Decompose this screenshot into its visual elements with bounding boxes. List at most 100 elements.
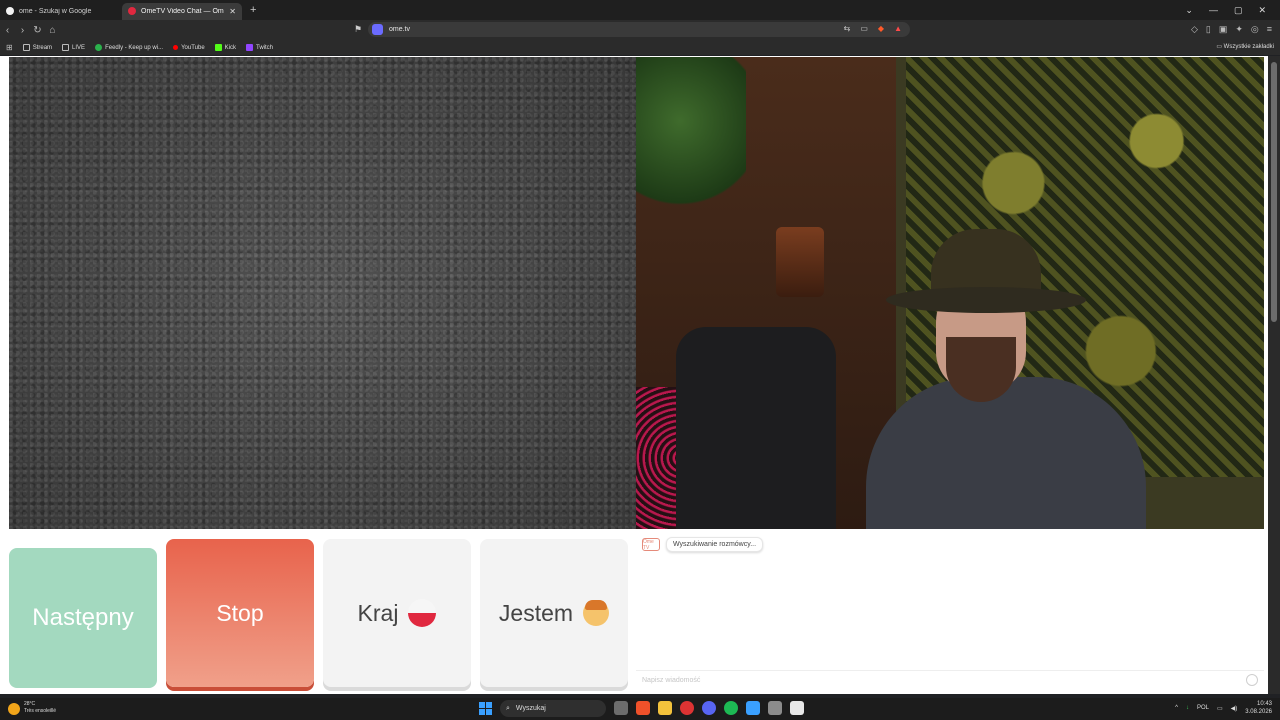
- boy-icon: [583, 600, 610, 626]
- tab-google-search[interactable]: ome - Szukaj w Google: [0, 3, 122, 20]
- discord-icon[interactable]: [702, 701, 716, 715]
- reload-icon[interactable]: ↻: [30, 25, 45, 36]
- file-explorer-icon[interactable]: [658, 701, 672, 715]
- apps-icon[interactable]: ⊞: [6, 43, 13, 52]
- language-indicator[interactable]: POL: [1197, 705, 1209, 711]
- next-button[interactable]: Następny: [9, 548, 157, 688]
- minimize-icon[interactable]: —: [1209, 5, 1218, 15]
- bookmark-youtube[interactable]: YouTube: [173, 45, 205, 51]
- search-icon: ⌕: [506, 704, 510, 712]
- volume-icon[interactable]: ◀): [1231, 705, 1238, 712]
- calculator-icon[interactable]: [768, 701, 782, 715]
- vpn-icon[interactable]: ◎: [1251, 24, 1259, 35]
- youtube-icon: [173, 45, 179, 50]
- gender-label: Jestem: [498, 599, 574, 626]
- pinned-apps: [614, 701, 804, 715]
- clock[interactable]: 10:43 3.08.2026: [1245, 700, 1272, 716]
- restore-icon[interactable]: ▢: [1234, 5, 1243, 16]
- forward-icon[interactable]: ›: [15, 25, 30, 36]
- bookmark-twitch[interactable]: Twitch: [246, 44, 273, 51]
- dark-object: [676, 327, 836, 529]
- country-button[interactable]: Kraj: [323, 539, 471, 687]
- chat-panel: Ome TV Wyszukiwanie rozmówcy... Napisz w…: [636, 531, 1264, 690]
- menu-icon[interactable]: ≡: [1267, 24, 1272, 35]
- folder-icon: ▭: [1216, 44, 1224, 50]
- brave-icon[interactable]: [636, 701, 650, 715]
- own-camera-static: [9, 57, 636, 529]
- temperature: 28°C: [24, 701, 36, 707]
- chat-message: Ome TV Wyszukiwanie rozmówcy...: [642, 537, 764, 552]
- search-label: Wyszukaj: [515, 705, 546, 712]
- close-window-icon[interactable]: ✕: [1258, 5, 1266, 16]
- translate-icon[interactable]: ⇆: [844, 24, 851, 33]
- scrollbar-thumb[interactable]: [1271, 62, 1277, 322]
- leo-icon[interactable]: ✦: [1235, 24, 1243, 35]
- partner-video: [636, 57, 1264, 529]
- bookmark-page-icon[interactable]: ⚑: [354, 24, 362, 35]
- bookmark-feedly[interactable]: Feedly - Keep up wi...: [95, 44, 163, 51]
- copilot-icon[interactable]: [746, 701, 760, 715]
- tab-title: OmeTV Video Chat — Omeg: [141, 7, 225, 15]
- site-info-icon[interactable]: [372, 24, 383, 35]
- windows-taskbar: 28°C Très ensoleillé ⌕ Wyszukaj ^ ↓ POL …: [0, 698, 1280, 720]
- folder-icon: [62, 44, 70, 51]
- person-in-hat: [826, 207, 1156, 529]
- rewards-icon[interactable]: ▲: [894, 24, 902, 33]
- close-tab-icon[interactable]: ✕: [229, 7, 236, 16]
- window-controls: ⌄ — ▢ ✕: [1185, 0, 1280, 20]
- back-icon[interactable]: ‹: [0, 25, 15, 36]
- bookmark-stream[interactable]: Stream: [22, 44, 52, 51]
- wallet-icon[interactable]: ▣: [1219, 24, 1228, 35]
- gender-button[interactable]: Jestem: [480, 539, 628, 687]
- scrollbar[interactable]: [1268, 56, 1280, 694]
- country-label: Kraj: [357, 599, 399, 626]
- weather-widget[interactable]: 28°C Très ensoleillé: [8, 701, 56, 715]
- home-icon[interactable]: ⌂: [45, 25, 60, 36]
- new-tab-button[interactable]: +: [250, 4, 256, 16]
- person-shirt: [866, 377, 1146, 529]
- all-bookmarks[interactable]: ▭ Wszystkie zakładki: [1216, 43, 1274, 50]
- folder-icon: [22, 44, 30, 51]
- chevron-up-icon[interactable]: ^: [1175, 705, 1178, 711]
- address-bar-actions: ⇆ ▭ ◆ ▲: [844, 24, 902, 33]
- bookmarks-bar: ⊞ Stream LIVE Feedly - Keep up wi... You…: [0, 40, 1280, 55]
- tab-bar: ome - Szukaj w Google OmeTV Video Chat —…: [0, 0, 1280, 20]
- cast-icon[interactable]: ▭: [860, 24, 868, 33]
- djembe-drum: [776, 227, 824, 297]
- message-input[interactable]: Napisz wiadomość: [636, 670, 1264, 690]
- bookmark-kick[interactable]: Kick: [214, 44, 236, 51]
- tab-ometv[interactable]: OmeTV Video Chat — Omeg ✕: [122, 2, 242, 20]
- emoji-icon[interactable]: [1246, 674, 1258, 686]
- sun-icon: [8, 703, 20, 715]
- tab-title: ome - Szukaj w Google: [19, 7, 92, 15]
- stop-button[interactable]: Stop: [166, 539, 314, 687]
- address-bar[interactable]: ome.tv ⇆ ▭ ◆ ▲: [368, 22, 910, 37]
- hanging-plant: [636, 57, 746, 217]
- weather-text: Très ensoleillé: [24, 708, 57, 714]
- network-icon[interactable]: ▭: [1217, 705, 1223, 712]
- bookmark-live[interactable]: LIVE: [62, 44, 85, 51]
- time: 10:43: [1256, 701, 1272, 707]
- download-icon[interactable]: ↓: [1186, 705, 1189, 711]
- feedly-icon: [95, 44, 103, 51]
- chrome-icon[interactable]: [680, 701, 694, 715]
- kick-icon: [214, 44, 222, 51]
- google-icon: [6, 7, 14, 15]
- system-tray: ^ ↓ POL ▭ ◀) 10:43 3.08.2026: [1175, 700, 1272, 716]
- ometv-icon: [128, 7, 136, 15]
- task-view-icon[interactable]: [614, 701, 628, 715]
- calendar-icon[interactable]: [790, 701, 804, 715]
- extensions-icon[interactable]: ◇: [1191, 24, 1198, 35]
- shield-icon[interactable]: ◆: [878, 24, 884, 33]
- tab-search-icon[interactable]: ⌄: [1185, 5, 1193, 16]
- hat-brim: [886, 287, 1086, 313]
- twitch-icon: [246, 44, 254, 51]
- spotify-icon[interactable]: [724, 701, 738, 715]
- poland-flag-icon: [408, 599, 437, 627]
- date: 3.08.2026: [1245, 709, 1272, 715]
- sidebar-icon[interactable]: ▯: [1206, 24, 1211, 35]
- taskbar-search[interactable]: ⌕ Wyszukaj: [500, 700, 606, 717]
- windows-start-icon[interactable]: [479, 702, 492, 715]
- url-text: ome.tv: [389, 26, 411, 33]
- searching-status: Wyszukiwanie rozmówcy...: [666, 537, 764, 552]
